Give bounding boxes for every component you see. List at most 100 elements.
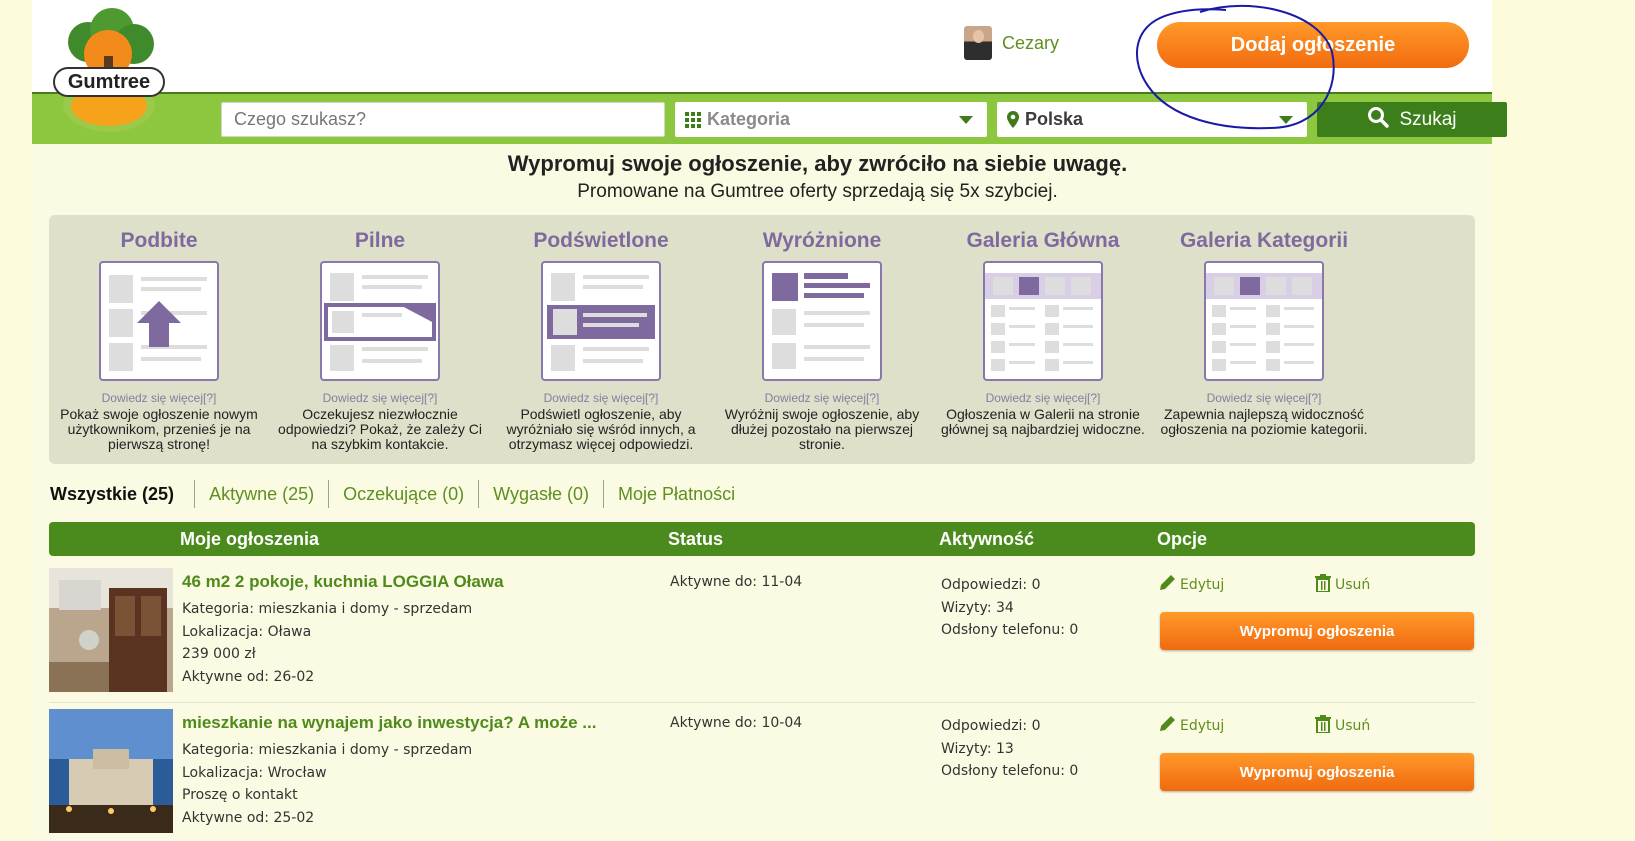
listing-tabs: Wszystkie (25) Aktywne (25) Oczekujące (… — [50, 480, 749, 508]
promo-card-title: Pilne — [354, 229, 406, 252]
promo-card-description: Podświetl ogłoszenie, aby wyróżniało się… — [506, 406, 696, 452]
promo-card-description: Pokaż swoje ogłoszenie nowym użytkowniko… — [60, 406, 258, 452]
promo-card-title: Podświetlone — [533, 229, 669, 252]
promo-card-wyroznione[interactable]: Wyróżnione Dowiedz się więcej[?] Wyróżni… — [712, 215, 932, 452]
main-gallery-illustration-icon — [983, 261, 1103, 381]
promo-card-podswietlone[interactable]: Podświetlone Dowiedz się więcej[?] Podśw… — [491, 215, 711, 452]
promo-card-description: Oczekujesz niezwłocznie odpowiedzi? Poka… — [278, 406, 482, 452]
visits-count: Wizyty: 13 — [941, 740, 1014, 757]
column-header-status: Status — [668, 529, 724, 549]
listing-status: Aktywne do: 11-04 — [670, 574, 803, 590]
search-button-label: Szukaj — [1399, 108, 1457, 130]
listing-title-link[interactable]: 46 m2 2 pokoje, kuchnia LOGGIA Oława — [182, 572, 504, 592]
listing-details: Kategoria: mieszkania i domy - sprzedam … — [182, 598, 472, 688]
edit-button[interactable]: Edytuj — [1158, 715, 1224, 737]
listing-active-from: Aktywne od: 25-02 — [182, 809, 315, 826]
promo-subtitle: Promowane na Gumtree oferty sprzedają si… — [577, 181, 1058, 202]
gumtree-logo[interactable]: Gumtree — [50, 6, 168, 134]
category-label: Kategoria — [707, 109, 791, 129]
listing-location: Lokalizacja: Wrocław — [182, 764, 327, 781]
listing-activity: Odpowiedzi: 0 Wizyty: 34 Odsłony telefon… — [941, 574, 1078, 642]
tab-pending[interactable]: Oczekujące (0) — [328, 480, 478, 508]
promote-listing-button[interactable]: Wypromuj ogłoszenia — [1160, 753, 1474, 791]
row-divider — [49, 702, 1475, 703]
search-placeholder: Czego szukasz? — [234, 109, 367, 129]
listing-category: Kategoria: mieszkania i domy - sprzedam — [182, 601, 473, 617]
location-pin-icon — [1007, 111, 1019, 128]
promo-card-description: Wyróżnij swoje ogłoszenie, aby dłużej po… — [724, 406, 920, 452]
annotation-circle — [1135, 4, 1335, 130]
user-name[interactable]: Cezary — [1002, 33, 1059, 54]
edit-button[interactable]: Edytuj — [1158, 574, 1224, 596]
search-icon — [1367, 106, 1390, 134]
learn-more-link[interactable]: Dowiedz się więcej[?] — [933, 391, 1153, 405]
promo-card-galeria-kategorii[interactable]: Galeria Kategorii Dowiedz się więcej[?] … — [1154, 215, 1374, 437]
avatar[interactable] — [964, 26, 992, 60]
trash-icon — [1315, 715, 1331, 737]
location-label: Polska — [1025, 109, 1084, 129]
promo-card-title: Podbite — [120, 229, 198, 252]
logo-text: Gumtree — [68, 71, 150, 93]
column-header-options: Opcje — [1157, 529, 1208, 549]
promo-card-description: Ogłoszenia w Galerii na stronie głównej … — [941, 406, 1145, 437]
search-input[interactable]: Czego szukasz? — [221, 102, 665, 137]
search-button[interactable]: Szukaj — [1317, 102, 1507, 137]
promo-card-title: Galeria Główna — [966, 229, 1120, 252]
promo-card-pilne[interactable]: Pilne Dowiedz się więcej[?] Oczekujesz n… — [270, 215, 490, 452]
trash-icon — [1315, 574, 1331, 596]
promo-card-description: Zapewnia najlepszą widoczność ogłoszenia… — [1160, 406, 1368, 437]
listing-price: Proszę o kontakt — [182, 787, 298, 803]
learn-more-link[interactable]: Dowiedz się więcej[?] — [1154, 391, 1374, 405]
promo-card-galeria-glowna[interactable]: Galeria Główna Dowiedz się więcej[?] Ogł… — [933, 215, 1153, 437]
replies-count: Odpowiedzi: 0 — [941, 718, 1041, 734]
featured-illustration-icon — [762, 261, 882, 381]
promo-title: Wypromuj swoje ogłoszenie, aby zwróciło … — [507, 151, 1128, 176]
table-row: mieszkanie na wynajem jako inwestycja? A… — [49, 709, 1475, 841]
listing-thumbnail[interactable] — [49, 568, 173, 692]
learn-more-link[interactable]: Dowiedz się więcej[?] — [270, 391, 490, 405]
listing-price: 239 000 zł — [182, 646, 256, 662]
edit-label: Edytuj — [1180, 718, 1225, 734]
phone-views-count: Odsłony telefonu: 0 — [941, 763, 1079, 779]
urgent-illustration-icon — [320, 261, 440, 381]
edit-label: Edytuj — [1180, 577, 1225, 593]
table-row: 46 m2 2 pokoje, kuchnia LOGGIA Oława Kat… — [49, 568, 1475, 702]
tab-expired[interactable]: Wygasłe (0) — [478, 480, 603, 508]
delete-button[interactable]: Usuń — [1315, 574, 1370, 596]
category-gallery-illustration-icon — [1204, 261, 1324, 381]
listing-category: Kategoria: mieszkania i domy - sprzedam — [182, 742, 473, 758]
tab-payments[interactable]: Moje Płatności — [603, 480, 749, 508]
table-header: Moje ogłoszenia Status Aktywność Opcje — [49, 522, 1475, 556]
tab-all[interactable]: Wszystkie (25) — [50, 480, 194, 508]
visits-count: Wizyty: 34 — [941, 599, 1014, 616]
replies-count: Odpowiedzi: 0 — [941, 577, 1041, 593]
learn-more-link[interactable]: Dowiedz się więcej[?] — [712, 391, 932, 405]
listing-title-link[interactable]: mieszkanie na wynajem jako inwestycja? A… — [182, 713, 596, 733]
listing-location: Lokalizacja: Oława — [182, 623, 312, 640]
chevron-down-icon — [959, 116, 973, 124]
listing-status: Aktywne do: 10-04 — [670, 715, 803, 731]
pencil-icon — [1158, 574, 1176, 596]
delete-label: Usuń — [1335, 718, 1371, 734]
promote-listing-button[interactable]: Wypromuj ogłoszenia — [1160, 612, 1474, 650]
grid-icon — [685, 111, 701, 128]
promo-card-podbite[interactable]: Podbite Dowiedz się więcej[?] Pokaż swoj… — [49, 215, 269, 452]
delete-button[interactable]: Usuń — [1315, 715, 1370, 737]
learn-more-link[interactable]: Dowiedz się więcej[?] — [49, 391, 269, 405]
pencil-icon — [1158, 715, 1176, 737]
listing-active-from: Aktywne od: 26-02 — [182, 668, 315, 685]
tab-active[interactable]: Aktywne (25) — [194, 480, 328, 508]
listing-thumbnail[interactable] — [49, 709, 173, 833]
highlight-illustration-icon — [541, 261, 661, 381]
listing-activity: Odpowiedzi: 0 Wizyty: 13 Odsłony telefon… — [941, 715, 1078, 783]
category-select[interactable]: Kategoria — [675, 102, 987, 137]
column-header-activity: Aktywność — [939, 529, 1035, 549]
promo-card-title: Wyróżnione — [762, 229, 882, 252]
bump-up-illustration-icon — [99, 261, 219, 381]
user-profile[interactable]: Cezary — [964, 26, 1059, 60]
learn-more-link[interactable]: Dowiedz się więcej[?] — [491, 391, 711, 405]
promo-options: Podbite Dowiedz się więcej[?] Pokaż swoj… — [49, 215, 1475, 464]
column-header-listings: Moje ogłoszenia — [180, 529, 320, 549]
phone-views-count: Odsłony telefonu: 0 — [941, 622, 1079, 638]
promo-card-title: Galeria Kategorii — [1179, 229, 1349, 252]
